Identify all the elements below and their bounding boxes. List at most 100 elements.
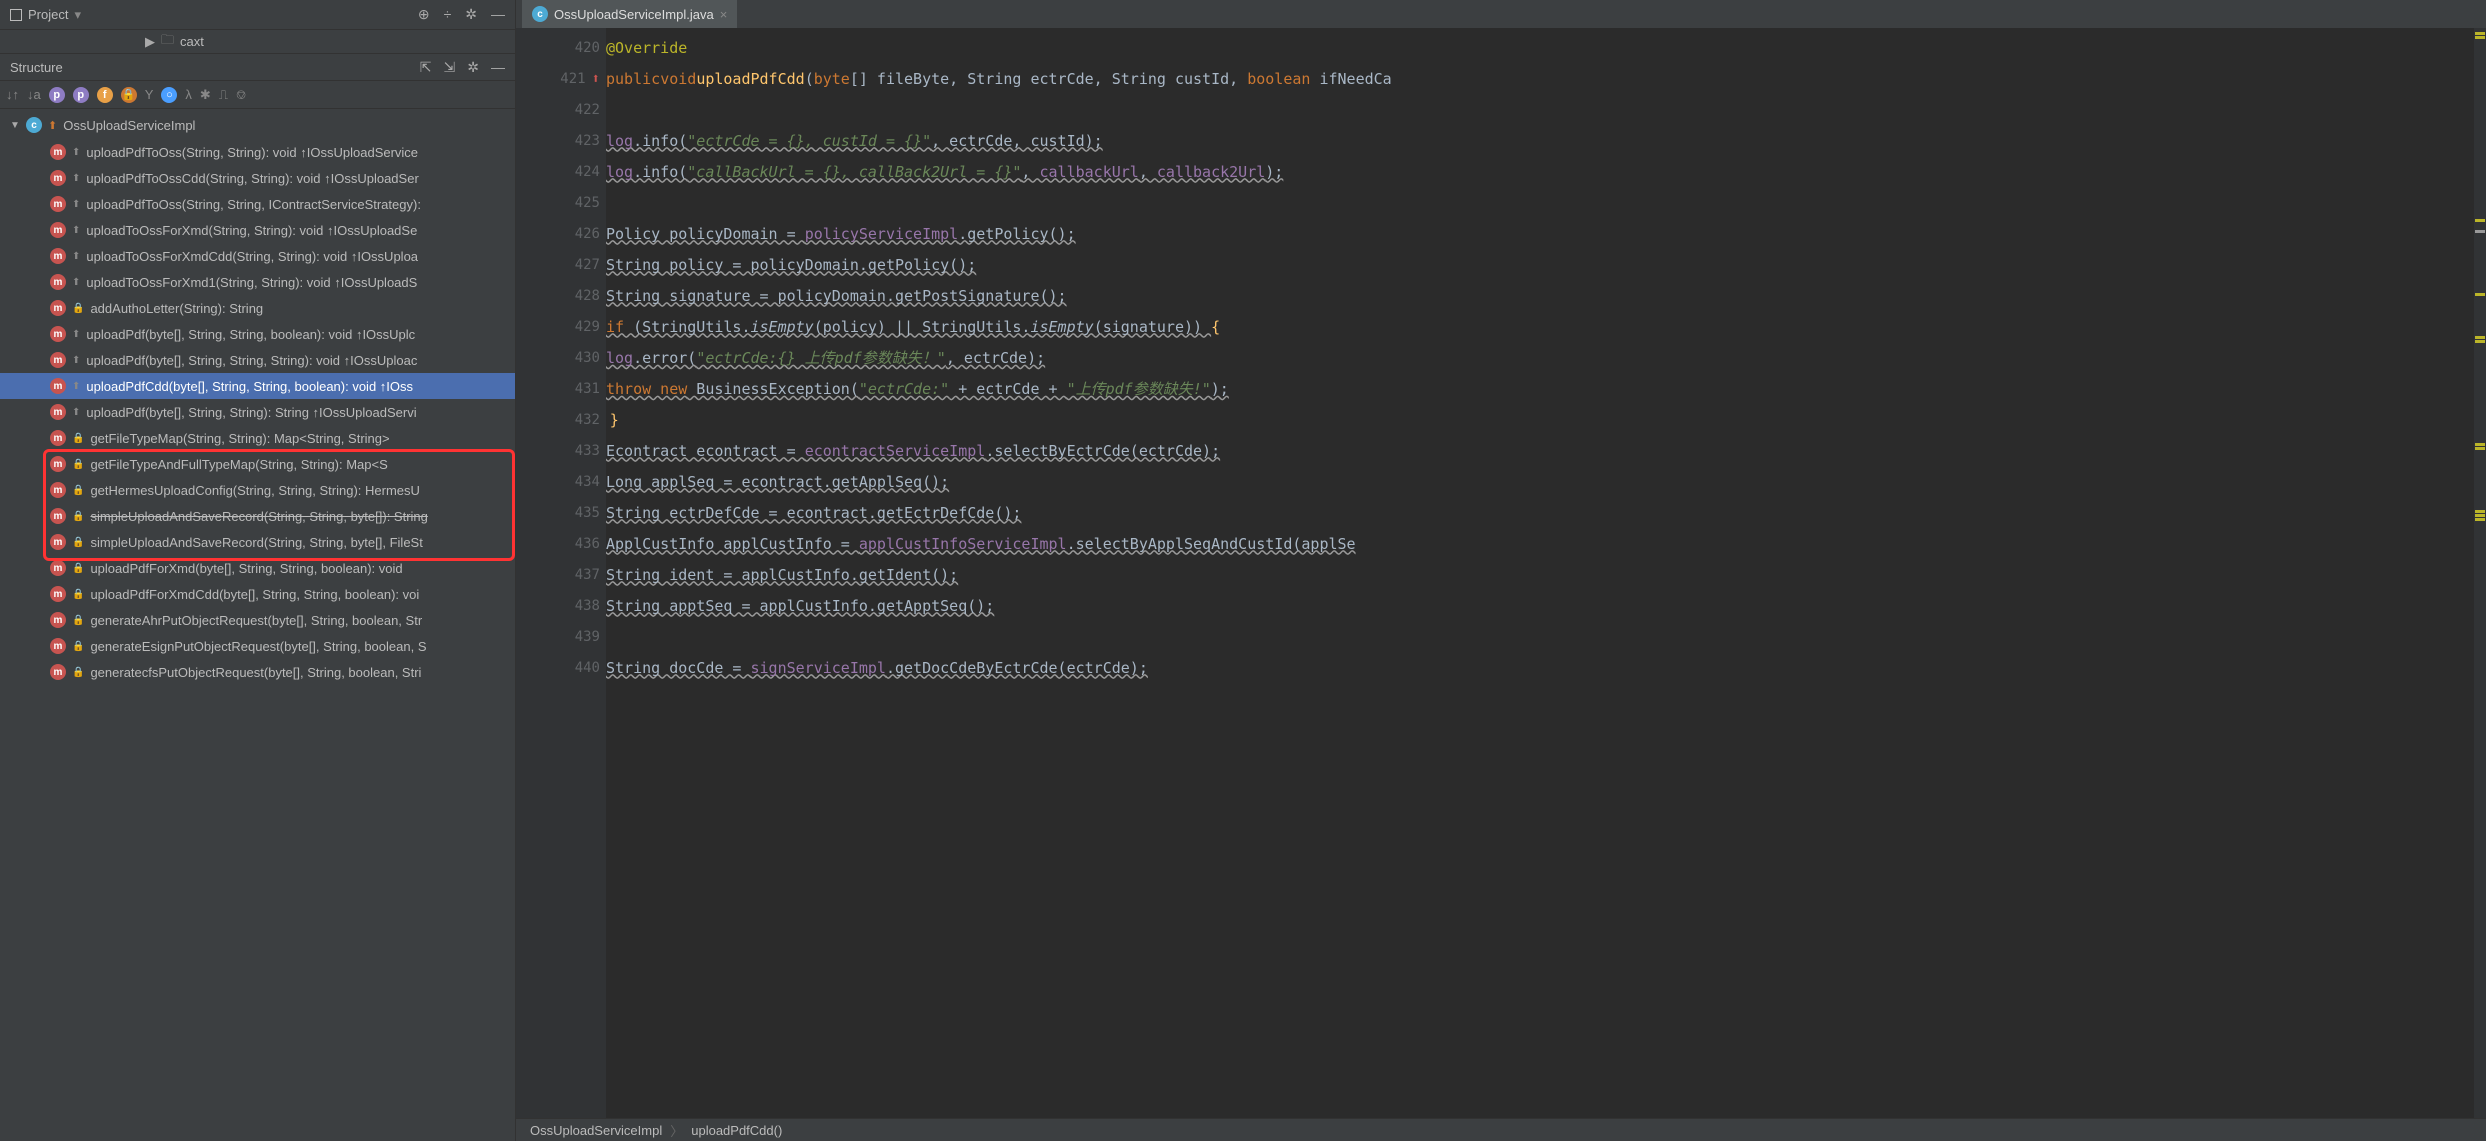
method-row[interactable]: m🔒generateEsignPutObjectRequest(byte[], … (0, 633, 515, 659)
filter-f-icon[interactable]: f (97, 87, 113, 103)
breadcrumb[interactable]: OssUploadServiceImpl 〉 uploadPdfCdd() (516, 1118, 2486, 1141)
lock-icon: 🔒 (72, 589, 84, 600)
filter-lambda-icon[interactable]: λ (185, 87, 192, 102)
expand-icon[interactable]: ÷ (444, 6, 452, 23)
collapse-icon[interactable]: ⇱ (420, 59, 432, 76)
filter-p-icon[interactable]: p (49, 87, 65, 103)
line-number[interactable]: 430 (516, 342, 606, 373)
method-row[interactable]: m⬆uploadPdf(byte[], String, String): Str… (0, 399, 515, 425)
editor-area: 420421⬆422423424425426427428429430431432… (516, 28, 2486, 1118)
method-row[interactable]: m🔒generatecfsPutObjectRequest(byte[], St… (0, 659, 515, 685)
method-row[interactable]: m⬆uploadPdfCdd(byte[], String, String, b… (0, 373, 515, 399)
project-tree-row[interactable]: ▶ 🗀 caxt (0, 30, 515, 53)
method-row[interactable]: m⬆uploadPdfToOssCdd(String, String): voi… (0, 165, 515, 191)
method-label: uploadPdf(byte[], String, String, boolea… (86, 327, 415, 342)
error-stripe[interactable] (2474, 28, 2486, 1118)
project-label[interactable]: Project (28, 7, 68, 22)
line-number[interactable]: 431 (516, 373, 606, 404)
method-row[interactable]: m🔒addAuthoLetter(String): String (0, 295, 515, 321)
method-label: uploadPdf(byte[], String, String, String… (86, 353, 417, 368)
method-row[interactable]: m🔒simpleUploadAndSaveRecord(String, Stri… (0, 503, 515, 529)
class-badge-icon: c (532, 6, 548, 22)
line-number[interactable]: 439 (516, 621, 606, 652)
line-number[interactable]: 422 (516, 94, 606, 125)
line-number[interactable]: 432 (516, 404, 606, 435)
chevron-down-icon[interactable]: ▾ (74, 7, 81, 23)
breadcrumb-method[interactable]: uploadPdfCdd() (691, 1123, 782, 1138)
line-number[interactable]: 428 (516, 280, 606, 311)
project-panel: Project ▾ ⊕ ÷ ✲ — ▶ 🗀 caxt Structure ⇱ ⇲… (0, 0, 516, 1141)
line-number[interactable]: 435 (516, 497, 606, 528)
method-row[interactable]: m🔒generateAhrPutObjectRequest(byte[], St… (0, 607, 515, 633)
method-row[interactable]: m🔒simpleUploadAndSaveRecord(String, Stri… (0, 529, 515, 555)
method-badge-icon: m (50, 638, 66, 654)
line-number[interactable]: 425 (516, 187, 606, 218)
class-node[interactable]: ▼ c ⬆ OssUploadServiceImpl (0, 111, 515, 139)
filter-y-icon[interactable]: Y (145, 87, 154, 102)
method-badge-icon: m (50, 378, 66, 394)
structure-list: ▼ c ⬆ OssUploadServiceImpl m⬆uploadPdfTo… (0, 109, 515, 1141)
lock-icon: 🔒 (72, 303, 84, 314)
filter-lock-icon[interactable]: 🔒 (121, 87, 137, 103)
expand-arrow-icon[interactable]: ▼ (10, 120, 20, 131)
method-row[interactable]: m⬆uploadToOssForXmdCdd(String, String): … (0, 243, 515, 269)
method-row[interactable]: m⬆uploadToOssForXmd(String, String): voi… (0, 217, 515, 243)
line-number[interactable]: 421⬆ (516, 63, 606, 94)
method-row[interactable]: m🔒getFileTypeAndFullTypeMap(String, Stri… (0, 451, 515, 477)
override-icon: ⬆ (72, 355, 80, 366)
override-icon: ⬆ (72, 225, 80, 236)
method-row[interactable]: m⬆uploadPdf(byte[], String, String, bool… (0, 321, 515, 347)
line-number[interactable]: 429 (516, 311, 606, 342)
line-number[interactable]: 437 (516, 559, 606, 590)
lock-icon: 🔒 (72, 537, 84, 548)
line-number[interactable]: 423 (516, 125, 606, 156)
line-number[interactable]: 427 (516, 249, 606, 280)
line-number[interactable]: 438 (516, 590, 606, 621)
gear-icon[interactable]: ✲ (467, 59, 479, 76)
filter-o-icon[interactable]: ○ (161, 87, 177, 103)
editor-tab[interactable]: c OssUploadServiceImpl.java × (522, 0, 737, 28)
tab-filename: OssUploadServiceImpl.java (554, 7, 714, 22)
filter-collapse-icon[interactable]: ⎊ (236, 87, 246, 103)
filter-p2-icon[interactable]: p (73, 87, 89, 103)
override-icon: ⬆ (72, 199, 80, 210)
sort-alpha-icon[interactable]: ↓a (27, 87, 41, 102)
lock-icon: 🔒 (72, 615, 84, 626)
minimize-icon[interactable]: — (491, 6, 505, 23)
override-icon: ⬆ (72, 277, 80, 288)
minimize-icon[interactable]: — (491, 59, 505, 76)
method-row[interactable]: m🔒getFileTypeMap(String, String): Map<St… (0, 425, 515, 451)
close-icon[interactable]: × (720, 7, 728, 22)
method-label: simpleUploadAndSaveRecord(String, String… (90, 509, 427, 524)
expand-icon[interactable]: ⇲ (444, 59, 456, 76)
method-row[interactable]: m⬆uploadPdf(byte[], String, String, Stri… (0, 347, 515, 373)
sort-icon[interactable]: ↓↑ (6, 87, 19, 102)
code-area[interactable]: @Override public void uploadPdfCdd(byte[… (606, 28, 2474, 1118)
method-row[interactable]: m⬆uploadPdfToOss(String, String, IContra… (0, 191, 515, 217)
gear-icon[interactable]: ✲ (465, 6, 477, 23)
line-number[interactable]: 436 (516, 528, 606, 559)
line-number[interactable]: 426 (516, 218, 606, 249)
structure-label[interactable]: Structure (10, 60, 63, 75)
line-number[interactable]: 433 (516, 435, 606, 466)
line-number[interactable]: 434 (516, 466, 606, 497)
override-icon: ⬆ (72, 173, 80, 184)
line-number[interactable]: 424 (516, 156, 606, 187)
lock-icon: 🔒 (72, 641, 84, 652)
method-row[interactable]: m ⬆ uploadToOssForXmd1(String, String): vo… (0, 269, 515, 295)
method-row[interactable]: m🔒uploadPdfForXmd(byte[], String, String… (0, 555, 515, 581)
method-badge-icon: m (50, 274, 66, 290)
filter-star-icon[interactable]: ✱ (200, 87, 211, 103)
line-number[interactable]: 420 (516, 32, 606, 63)
line-number[interactable]: 440 (516, 652, 606, 683)
breadcrumb-class[interactable]: OssUploadServiceImpl (530, 1123, 662, 1138)
method-label: uploadToOssForXmd1(String, String): void… (86, 275, 417, 290)
lock-icon: 🔒 (72, 485, 84, 496)
method-row[interactable]: m⬆uploadPdfToOss(String, String): void ↑… (0, 139, 515, 165)
method-badge-icon: m (50, 300, 66, 316)
filter-group-icon[interactable]: ⎍ (219, 87, 228, 103)
method-row[interactable]: m🔒getHermesUploadConfig(String, String, … (0, 477, 515, 503)
structure-header: Structure ⇱ ⇲ ✲ — (0, 53, 515, 81)
method-row[interactable]: m🔒uploadPdfForXmdCdd(byte[], String, Str… (0, 581, 515, 607)
target-icon[interactable]: ⊕ (418, 6, 430, 23)
